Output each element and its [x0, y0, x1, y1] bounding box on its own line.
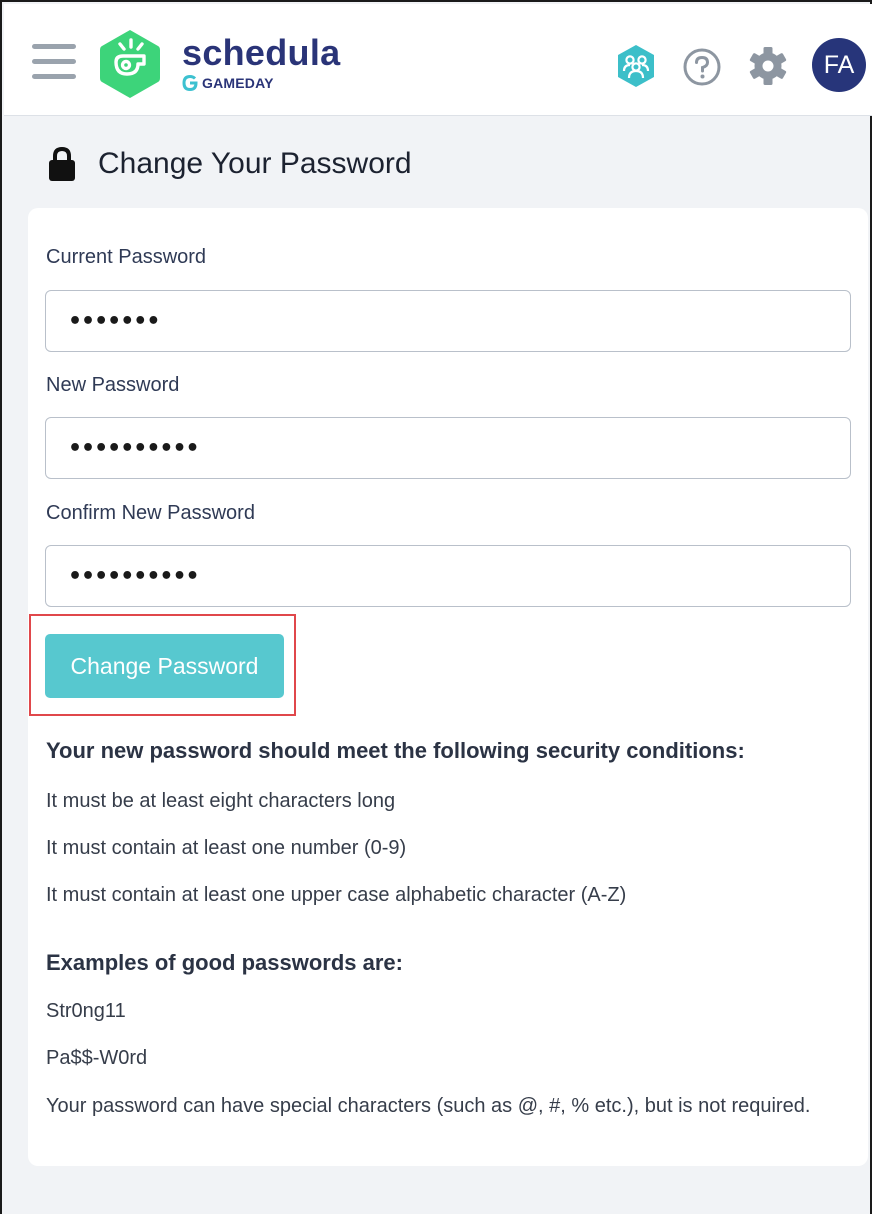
example-item: Pa$$-W0rd	[46, 1047, 148, 1069]
whistle-logo-icon[interactable]	[98, 28, 162, 100]
new-password-input[interactable]: ••••••••••	[45, 417, 851, 479]
example-item: Str0ng11	[46, 1000, 126, 1022]
change-password-button[interactable]: Change Password	[45, 634, 284, 698]
special-characters-note: Your password can have special character…	[46, 1095, 811, 1117]
requirements-heading: Your new password should meet the follow…	[46, 738, 745, 763]
requirement-item: It must contain at least one number (0-9…	[46, 837, 407, 859]
confirm-password-label: Confirm New Password	[46, 502, 255, 524]
current-password-label: Current Password	[46, 246, 207, 268]
menu-icon[interactable]	[32, 44, 76, 80]
help-icon[interactable]	[682, 47, 722, 87]
app-frame: schedula GAMEDAY FA Change Your Password…	[0, 0, 872, 1214]
lock-icon	[49, 146, 75, 181]
requirement-item: It must be at least eight characters lon…	[46, 790, 396, 812]
page-title-row: Change Your Password	[48, 142, 412, 186]
top-header: schedula GAMEDAY FA	[4, 4, 872, 116]
password-form-card: Current Password ••••••• New Password ••…	[28, 208, 868, 1166]
examples-heading: Examples of good passwords are:	[46, 950, 403, 975]
gameday-g-icon	[182, 75, 198, 91]
gear-icon[interactable]	[748, 46, 788, 86]
current-password-input[interactable]: •••••••	[45, 290, 851, 352]
team-icon[interactable]	[616, 44, 656, 88]
brand-name: schedula	[182, 32, 341, 73]
requirement-item: It must contain at least one upper case …	[46, 884, 627, 906]
user-avatar[interactable]: FA	[812, 38, 866, 92]
new-password-label: New Password	[46, 374, 180, 396]
confirm-password-input[interactable]: ••••••••••	[45, 545, 851, 607]
brand-subtitle: GAMEDAY	[182, 73, 274, 93]
page-title: Change Your Password	[98, 147, 412, 180]
